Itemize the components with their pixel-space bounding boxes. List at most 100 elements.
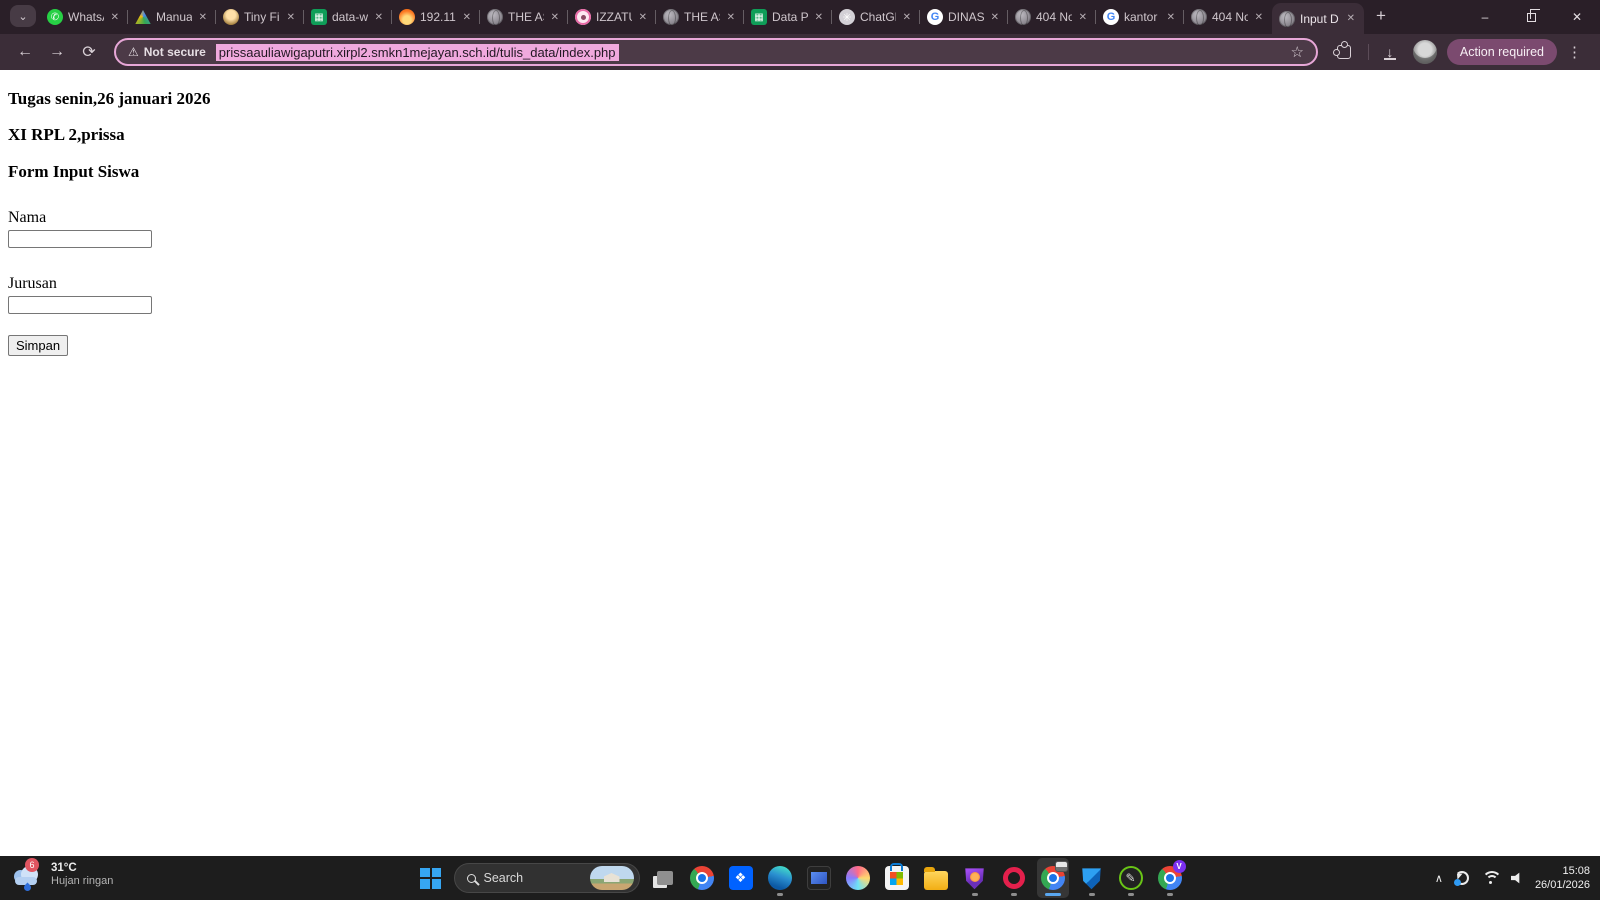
tab-close-icon[interactable]: ✕: [461, 11, 473, 24]
photos-app-icon: [807, 866, 831, 890]
taskbar-app-defender[interactable]: [1076, 858, 1108, 898]
warning-icon: ⚠: [128, 45, 139, 59]
running-indicator: [1011, 893, 1017, 896]
tab-close-icon[interactable]: ✕: [725, 11, 737, 24]
taskbar-app-edge[interactable]: [764, 858, 796, 898]
tab-close-icon[interactable]: ✕: [285, 11, 297, 24]
browser-tab[interactable]: 404 No ✕: [1008, 0, 1096, 34]
tab-close-icon[interactable]: ✕: [1165, 11, 1177, 24]
tab-close-icon[interactable]: ✕: [109, 11, 121, 24]
profile-avatar[interactable]: [1413, 40, 1437, 64]
nama-input[interactable]: [8, 230, 152, 248]
tab-close-icon[interactable]: ✕: [813, 11, 825, 24]
forward-button[interactable]: →: [42, 37, 72, 67]
new-tab-button[interactable]: +: [1368, 5, 1394, 27]
heading-date: Tugas senin,26 januari 2026: [8, 89, 1592, 109]
tab-close-icon[interactable]: ✕: [1253, 11, 1265, 24]
address-bar[interactable]: ⚠ Not secure prissaauliawigaputri.xirpl2…: [114, 38, 1318, 66]
simpan-button[interactable]: Simpan: [8, 335, 68, 356]
clock[interactable]: 15:08 26/01/2026: [1535, 864, 1590, 893]
globe-favicon: [487, 9, 503, 25]
close-button[interactable]: ✕: [1554, 0, 1600, 34]
taskbar-app-securebrowser[interactable]: [959, 858, 991, 898]
globe-favicon: [1015, 9, 1031, 25]
running-indicator: [1167, 893, 1173, 896]
tab-title: WhatsA: [68, 10, 104, 24]
taskbar-app-opera[interactable]: [998, 858, 1030, 898]
bookmark-star-icon[interactable]: ☆: [1290, 43, 1303, 61]
heading-class: XI RPL 2,prissa: [8, 125, 1592, 145]
taskbar-app-chrome-v[interactable]: V: [1154, 858, 1186, 898]
tab-close-icon[interactable]: ✕: [901, 11, 913, 24]
jurusan-input[interactable]: [8, 296, 152, 314]
not-secure-label[interactable]: Not secure: [144, 45, 206, 59]
reload-button[interactable]: ⟳: [74, 37, 104, 67]
tab-close-icon[interactable]: ✕: [373, 11, 385, 24]
taskbar-app-copilot[interactable]: [842, 858, 874, 898]
tab-close-icon[interactable]: ✕: [197, 11, 209, 24]
taskbar-app-chrome[interactable]: [686, 858, 718, 898]
browser-tab[interactable]: Tiny Fil ✕: [216, 0, 304, 34]
taskbar-app-dropbox[interactable]: [725, 858, 757, 898]
browser-tab[interactable]: DINAS ✕: [920, 0, 1008, 34]
dropbox-icon: [729, 866, 753, 890]
back-button[interactable]: ←: [10, 37, 40, 67]
downloads-icon[interactable]: ↓: [1377, 39, 1403, 65]
taskbar-app-photos[interactable]: [803, 858, 835, 898]
tab-title: Tiny Fil: [244, 10, 280, 24]
running-indicator: [1045, 893, 1061, 896]
browser-tab[interactable]: IZZATU ✕: [568, 0, 656, 34]
browser-tab[interactable]: WhatsA ✕: [40, 0, 128, 34]
taskbar-app-explorer[interactable]: [920, 858, 952, 898]
chrome-icon: [690, 866, 714, 890]
tab-search-button[interactable]: ⌄: [10, 5, 36, 27]
taskbar-app-chrome-profile[interactable]: [1037, 858, 1069, 898]
browser-tab[interactable]: Data Pl ✕: [744, 0, 832, 34]
taskbar-search[interactable]: Search: [454, 863, 640, 893]
restore-button[interactable]: [1508, 0, 1554, 34]
search-label: Search: [484, 871, 582, 885]
browser-menu-icon[interactable]: ⋮: [1559, 43, 1590, 61]
browser-tab[interactable]: THE AS ✕: [656, 0, 744, 34]
tab-close-icon[interactable]: ✕: [1077, 11, 1089, 24]
browser-titlebar: ⌄ WhatsA ✕ Manual ✕ Tiny Fil ✕ data-w ✕ …: [0, 0, 1600, 34]
tab-close-icon[interactable]: ✕: [549, 11, 561, 24]
extensions-icon[interactable]: [1337, 45, 1351, 59]
browser-tab[interactable]: kantor ✕: [1096, 0, 1184, 34]
tab-close-icon[interactable]: ✕: [637, 11, 649, 24]
taskbar-app-greenshot[interactable]: [1115, 858, 1147, 898]
browser-tab[interactable]: data-w ✕: [304, 0, 392, 34]
jurusan-label: Jurusan: [8, 275, 1592, 293]
tab-title: data-w: [332, 10, 368, 24]
taskbar-app-store[interactable]: [881, 858, 913, 898]
browser-tab[interactable]: 192.11. ✕: [392, 0, 480, 34]
weather-cloud-icon: 6: [12, 860, 44, 890]
sync-update-icon[interactable]: [1455, 871, 1469, 885]
wifi-icon[interactable]: [1481, 871, 1499, 885]
browser-tab[interactable]: THE AS ✕: [480, 0, 568, 34]
volume-icon[interactable]: [1511, 872, 1523, 884]
tab-title: THE AS: [508, 10, 544, 24]
tab-title: Data Pl: [772, 10, 808, 24]
url-text[interactable]: prissaauliawigaputri.xirpl2.smkn1mejayan…: [216, 44, 619, 61]
tab-title: 404 No: [1212, 10, 1248, 24]
taskbar-app-taskview[interactable]: [647, 858, 679, 898]
tab-title: THE AS: [684, 10, 720, 24]
browser-tab[interactable]: ChatGP ✕: [832, 0, 920, 34]
weather-condition: Hujan ringan: [51, 875, 113, 889]
browser-tab[interactable]: Input D ✕: [1272, 3, 1364, 34]
tray-date: 26/01/2026: [1535, 878, 1590, 892]
weather-widget[interactable]: 6 31°C Hujan ringan: [12, 860, 113, 890]
taskbar: 6 31°C Hujan ringan Search V ∧ 15:08 26/…: [0, 856, 1600, 900]
tab-close-icon[interactable]: ✕: [1345, 12, 1357, 25]
browser-tab[interactable]: 404 No ✕: [1184, 0, 1272, 34]
titlebar-spacer: [1394, 0, 1462, 34]
browser-tab[interactable]: Manual ✕: [128, 0, 216, 34]
hidden-icons-chevron[interactable]: ∧: [1435, 872, 1443, 885]
action-required-button[interactable]: Action required: [1447, 39, 1557, 65]
start-button[interactable]: [415, 858, 447, 898]
google-favicon: [927, 9, 943, 25]
minimize-button[interactable]: –: [1462, 0, 1508, 34]
screenshot-tool-icon: [1119, 866, 1143, 890]
tab-close-icon[interactable]: ✕: [989, 11, 1001, 24]
